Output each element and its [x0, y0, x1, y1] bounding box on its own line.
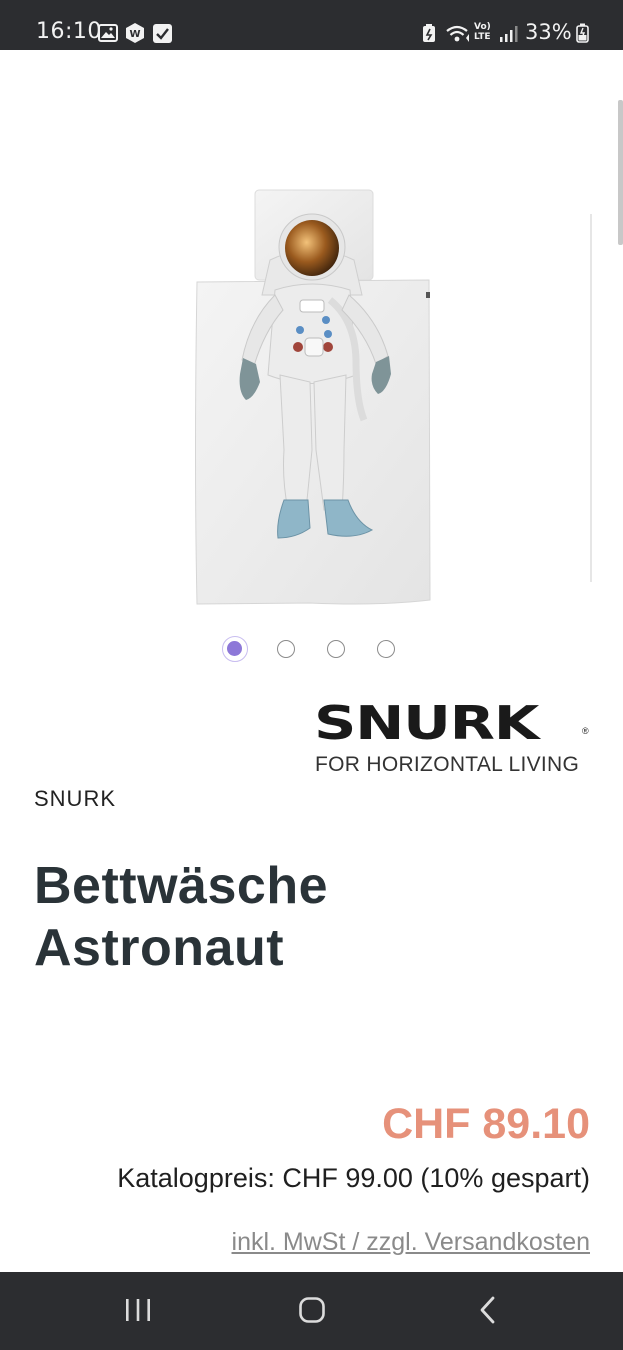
volte-label-bottom: LTE	[474, 32, 491, 42]
gallery-pagination	[0, 636, 623, 662]
next-gallery-image-edge[interactable]	[590, 214, 592, 582]
gallery-dot-4[interactable]	[377, 640, 395, 658]
nfc-battery-icon	[423, 24, 435, 42]
brand-logo[interactable]: SNURK ® FOR HORIZONTAL LIVING	[314, 700, 594, 780]
product-title: Bettwäsche Astronaut	[34, 855, 328, 979]
home-icon[interactable]	[262, 1272, 362, 1350]
product-price: CHF 89.10	[382, 1100, 590, 1148]
signal-icon	[500, 26, 518, 42]
recent-apps-icon[interactable]	[88, 1272, 188, 1350]
image-icon	[98, 24, 118, 42]
logo-tagline: FOR HORIZONTAL LIVING	[315, 753, 580, 776]
product-vendor[interactable]: SNURK	[34, 786, 116, 812]
gallery-dot-1[interactable]	[222, 636, 248, 662]
tax-shipping-link[interactable]: inkl. MwSt / zzgl. Versandkosten	[232, 1228, 590, 1257]
gallery-dot-2[interactable]	[277, 640, 295, 658]
scrollbar-thumb[interactable]	[618, 100, 623, 245]
checkbox-icon	[153, 24, 172, 43]
logo-wordmark: SNURK	[314, 696, 539, 750]
logo-registered-mark: ®	[582, 726, 589, 736]
gallery-dot-3[interactable]	[327, 640, 345, 658]
status-time: 16:10	[36, 19, 102, 44]
shield-app-icon: W	[126, 23, 144, 43]
svg-text:W: W	[129, 29, 140, 40]
product-image[interactable]	[150, 160, 450, 620]
back-icon[interactable]	[437, 1272, 537, 1350]
status-bar: 16:10 W Vo) LTE 33%	[0, 0, 623, 50]
battery-percentage: 33%	[525, 20, 572, 44]
catalog-price: Katalogpreis: CHF 99.00 (10% gespart)	[117, 1163, 590, 1193]
product-title-line-2: Astronaut	[34, 919, 285, 977]
volte-label-top: Vo)	[474, 22, 491, 32]
product-title-line-1: Bettwäsche	[34, 857, 328, 915]
wifi-icon	[446, 25, 469, 42]
navigation-bar	[0, 1272, 623, 1350]
volte-icon: Vo) LTE	[474, 22, 496, 44]
battery-icon	[576, 23, 589, 43]
